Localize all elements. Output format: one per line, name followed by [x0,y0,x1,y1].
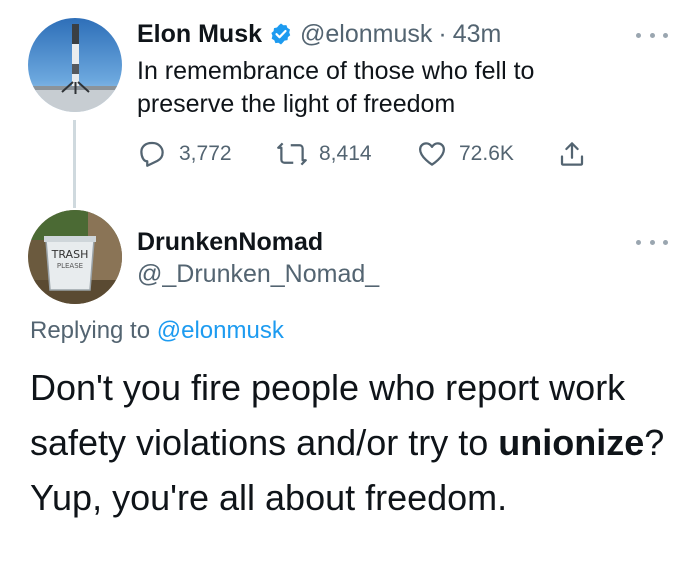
orig-tweet-time[interactable]: 43m [453,20,502,49]
elon-avatar[interactable] [28,18,122,112]
avatar-trash-text: TRASH [51,248,89,261]
orig-tweet-text: In remembrance of those who fell to pres… [137,57,535,118]
reply-count: 3,772 [179,142,232,165]
orig-author-name[interactable]: Elon Musk [137,20,262,49]
tweet-actions: 3,772 8,414 72.6K [137,137,587,171]
reply-author-name[interactable]: DrunkenNomad [137,228,323,257]
trash-can-photo-icon: TRASH PLEASE [28,210,122,304]
avatar-please-text: PLEASE [57,262,83,270]
reply-author-handle[interactable]: @_Drunken_Nomad_ [137,260,379,289]
share-icon [560,142,584,166]
reply-text-bold: unionize [498,422,645,463]
replying-to-mention[interactable]: @elonmusk [157,317,284,344]
verified-badge-icon [269,22,293,46]
like-icon [419,142,445,166]
orig-author-handle[interactable]: @elonmusk [300,20,432,49]
separator-dot: · [438,19,447,48]
retweet-button[interactable]: 8,414 [277,139,417,169]
reply-button[interactable]: 3,772 [137,139,277,169]
replying-to-line: Replying to @elonmusk [30,317,284,345]
drunkennomad-avatar[interactable]: TRASH PLEASE [28,210,122,304]
like-count: 72.6K [459,142,514,165]
orig-tweet-header: Elon Musk @elonmusk · 43m [137,18,501,50]
like-button[interactable]: 72.6K [417,139,557,169]
more-icon[interactable] [636,30,668,40]
reply-tweet-text: Don't you fire people who report work sa… [30,360,680,525]
share-button[interactable] [557,139,587,169]
reply-icon [140,141,164,167]
more-icon[interactable] [636,237,668,247]
rocket-photo-icon [28,18,122,112]
replying-to-label: Replying to [30,317,151,344]
thread-connector-line [73,120,76,208]
retweet-icon [277,142,307,166]
retweet-count: 8,414 [319,142,372,165]
